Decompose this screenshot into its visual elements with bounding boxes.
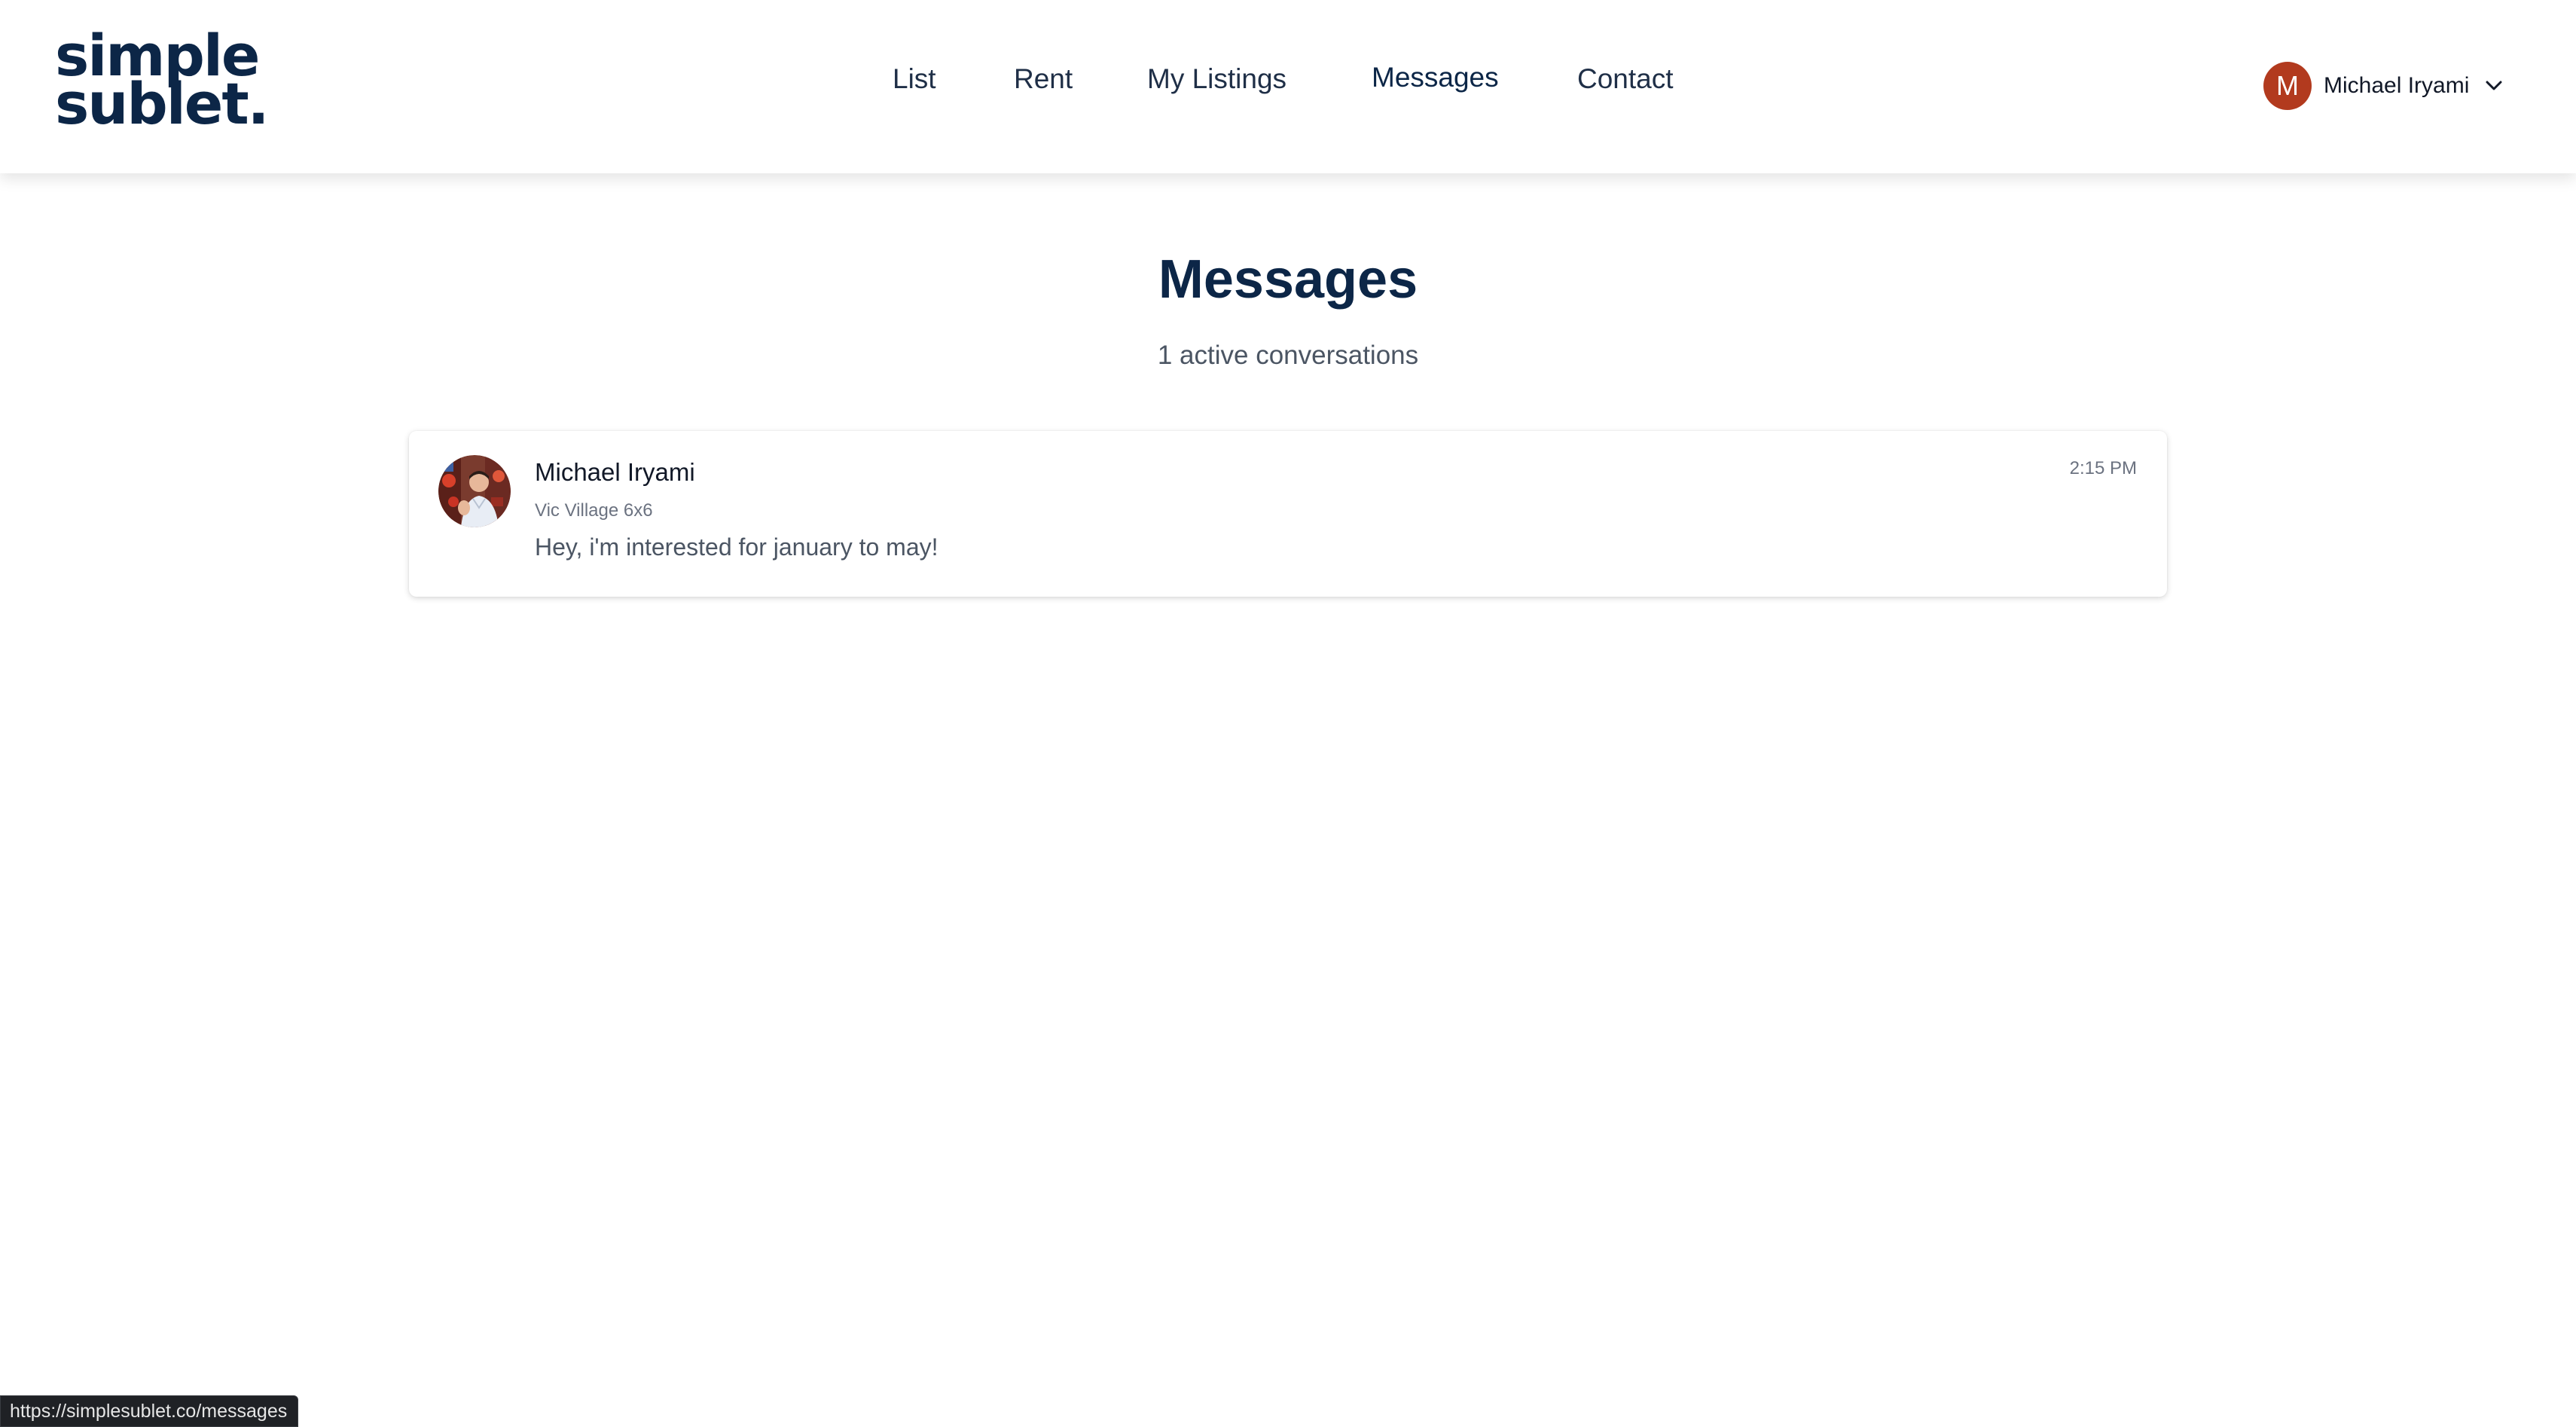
user-menu[interactable]: M Michael Iryami: [2263, 62, 2502, 110]
contact-name: Michael Iryami: [535, 458, 695, 486]
nav-link-list[interactable]: List: [893, 63, 936, 95]
brand-logo[interactable]: simple sublet.: [55, 27, 270, 137]
nav-link-my-listings[interactable]: My Listings: [1147, 63, 1286, 95]
user-avatar-initial: M: [2276, 70, 2299, 101]
message-timestamp: 2:15 PM: [2069, 458, 2137, 478]
page-title: Messages: [1158, 249, 1418, 310]
conversation-count: 1 active conversations: [1157, 341, 1419, 370]
page: simple sublet. List Rent My Listings Mes…: [0, 0, 2576, 1427]
top-navbar: simple sublet. List Rent My Listings Mes…: [0, 0, 2576, 173]
conversation-item[interactable]: Michael Iryami Vic Village 6x6 Hey, i'm …: [409, 431, 2167, 597]
chevron-down-icon[interactable]: [2486, 78, 2502, 94]
user-photo-icon: [438, 455, 511, 527]
nav-link-contact[interactable]: Contact: [1577, 63, 1674, 95]
message-preview: Hey, i'm interested for january to may!: [535, 533, 939, 561]
contact-avatar: [438, 455, 511, 527]
listing-name: Vic Village 6x6: [535, 500, 653, 521]
user-avatar[interactable]: M: [2263, 62, 2312, 110]
logo-line-2: sublet.: [55, 70, 270, 137]
status-bar-url: https://simplesublet.co/messages: [0, 1395, 299, 1427]
nav-link-rent[interactable]: Rent: [1014, 63, 1073, 95]
user-name: Michael Iryami: [2324, 73, 2470, 98]
nav-link-messages[interactable]: Messages: [1372, 62, 1499, 93]
